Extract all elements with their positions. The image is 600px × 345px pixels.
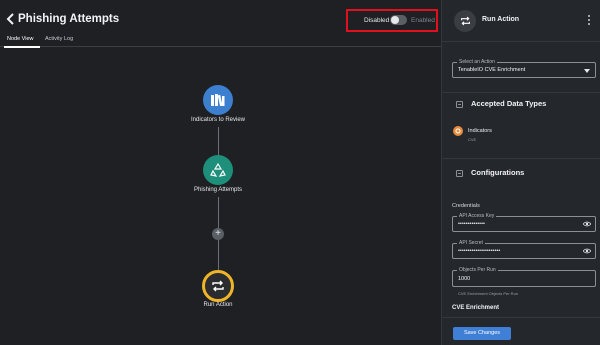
field-label: API Secret (457, 240, 485, 246)
select-action-value: TenableIO CVE Enrichment (458, 67, 526, 73)
toggle-disabled-label: Disabled (364, 17, 390, 24)
data-type-sub: CVE (468, 137, 477, 142)
chevron-down-icon (584, 69, 590, 73)
objects-per-run-field[interactable]: Objects Per Run 1000 (452, 267, 596, 287)
flow-node-phishing-attempts[interactable] (203, 155, 233, 185)
more-options-icon[interactable] (586, 14, 592, 26)
field-label: Objects Per Run (457, 267, 498, 273)
run-action-badge (454, 10, 476, 32)
tab-activity-log[interactable]: Activity Log (45, 36, 73, 42)
collapse-icon (456, 101, 463, 108)
right-panel: Run Action Select an Action TenableIO CV… (441, 0, 600, 345)
tab-node-view[interactable]: Node View (7, 36, 34, 42)
flow-node-indicators-to-review[interactable] (203, 85, 233, 115)
eye-icon[interactable] (583, 248, 591, 254)
divider (442, 158, 600, 159)
repeat-icon (212, 280, 224, 292)
toggle-enabled-label: Enabled (411, 17, 435, 24)
save-changes-button[interactable]: Save Changes (453, 327, 511, 340)
cve-enrichment-heading: CVE Enrichment (452, 305, 500, 311)
connector-line (218, 127, 219, 156)
canvas: Phishing Attempts Disabled Enabled Node … (0, 0, 441, 345)
section-title: Configurations (471, 168, 525, 177)
add-node-button[interactable]: + (212, 228, 224, 240)
collapse-icon (456, 170, 463, 177)
enable-toggle-group: Disabled Enabled (346, 9, 438, 32)
section-accepted-data-types[interactable]: Accepted Data Types (452, 95, 596, 115)
node-label: Indicators to Review (190, 117, 246, 123)
api-secret-value: •••••••••••••••••••••• (458, 248, 501, 254)
repeat-icon (460, 16, 470, 26)
books-icon (211, 94, 225, 107)
field-label: Select an Action (457, 59, 497, 65)
eye-icon[interactable] (583, 221, 591, 227)
objects-per-run-helper: CVE Enrichment Objects Per Run (458, 291, 519, 296)
api-access-key-field[interactable]: API Access Key •••••••••••••• (452, 213, 596, 232)
section-configurations[interactable]: Configurations (452, 164, 596, 184)
enable-toggle-switch[interactable] (390, 15, 407, 25)
connector-line (218, 197, 219, 228)
active-tab-underline (4, 46, 40, 48)
select-action-dropdown[interactable]: Select an Action TenableIO CVE Enrichmen… (452, 59, 596, 78)
recycle-icon (210, 162, 226, 177)
section-title: Accepted Data Types (471, 99, 547, 108)
data-type-name: Indicators (468, 128, 492, 134)
credentials-label: Credentials (452, 203, 480, 209)
objects-per-run-value: 1000 (458, 276, 471, 282)
panel-footer: Save Changes (442, 317, 600, 345)
back-chevron-icon[interactable] (6, 12, 16, 26)
connector-line (218, 240, 219, 270)
indicator-type-badge (453, 126, 463, 136)
api-access-key-value: •••••••••••••• (458, 221, 485, 227)
flow-node-run-action[interactable] (202, 270, 234, 302)
toggle-knob (391, 16, 399, 24)
field-label: API Access Key (457, 213, 497, 219)
panel-title: Run Action (482, 16, 520, 23)
indicator-icon (455, 128, 461, 134)
panel-header: Run Action (442, 0, 600, 42)
page-title: Phishing Attempts (18, 13, 120, 25)
api-secret-field[interactable]: API Secret •••••••••••••••••••••• (452, 240, 596, 259)
node-label: Run Action (203, 302, 233, 308)
divider (442, 92, 600, 93)
node-label: Phishing Attempts (193, 187, 243, 193)
tab-bar: Node View Activity Log (0, 34, 441, 48)
